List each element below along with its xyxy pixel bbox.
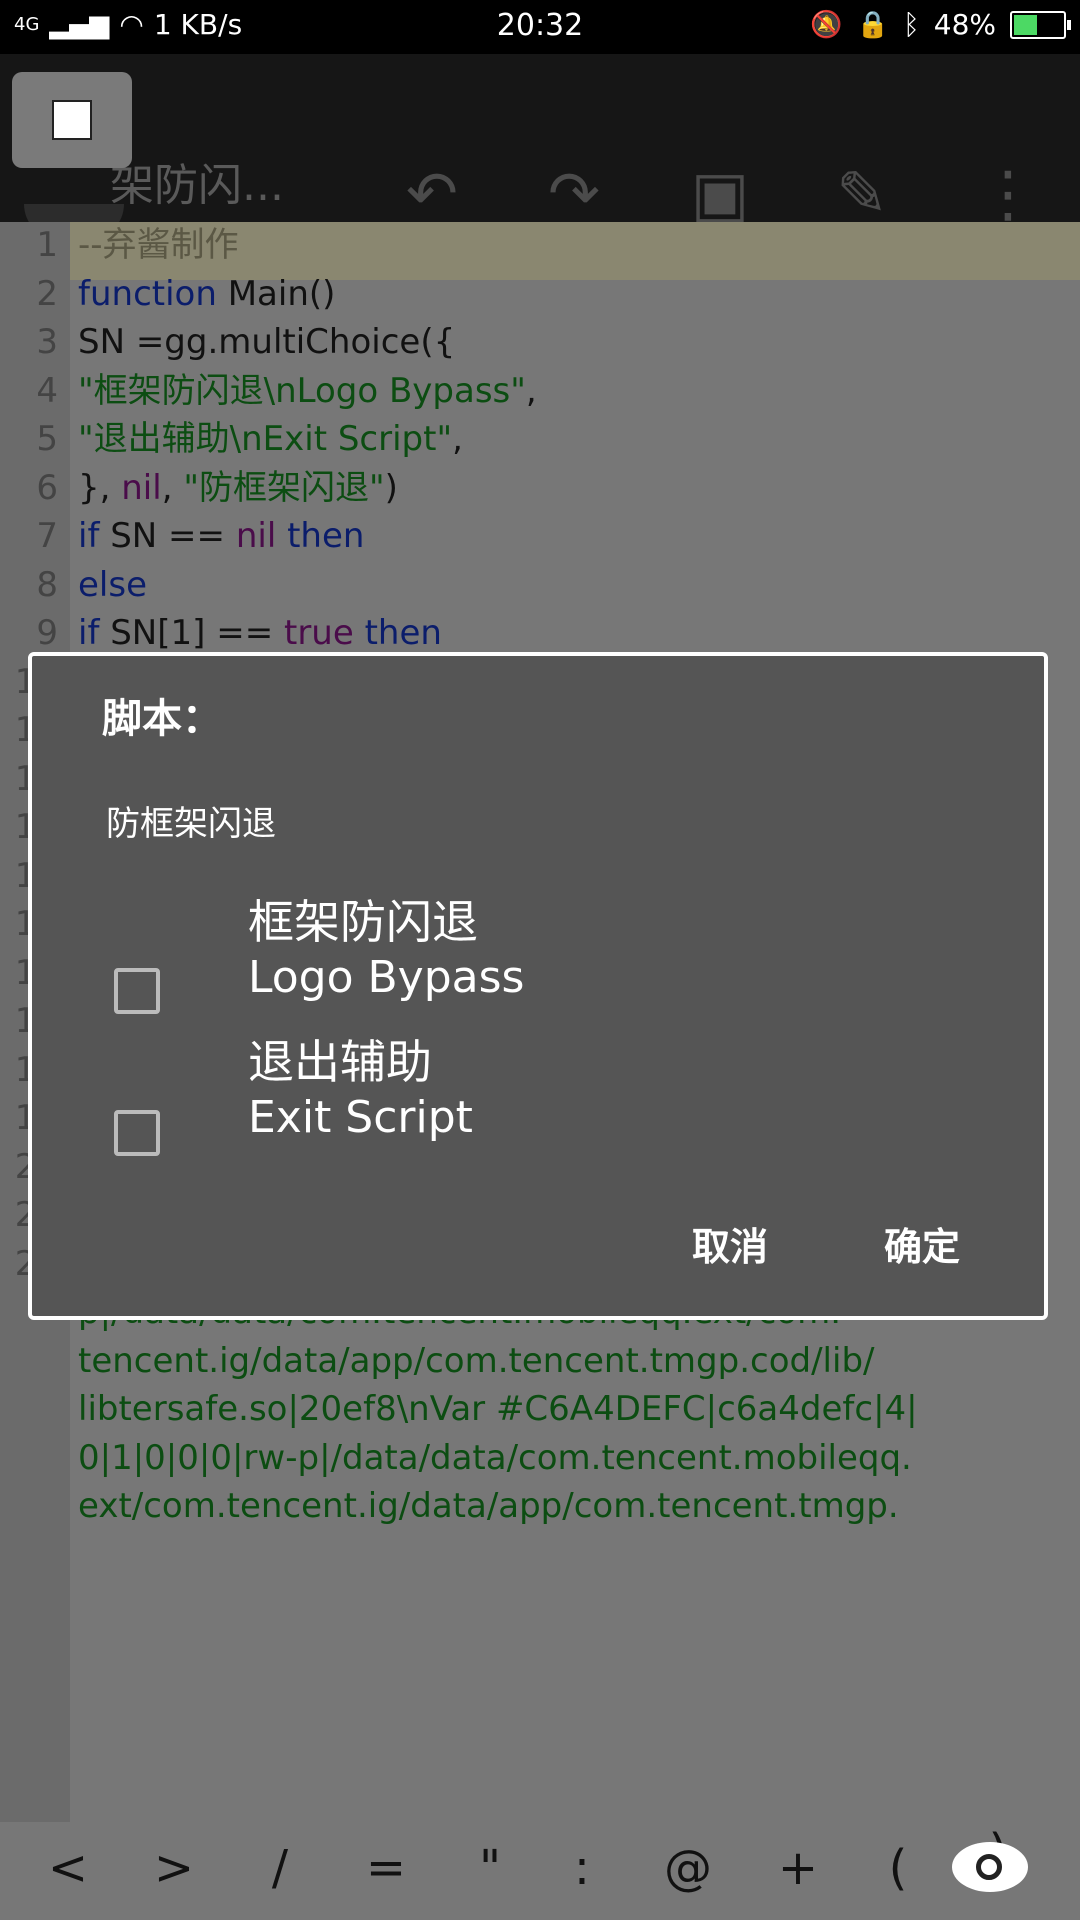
code-token: Main()	[216, 273, 336, 314]
code-token: )	[384, 467, 398, 508]
code-token: "框架防闪退\nLogo Bypass"	[78, 370, 526, 411]
key-quote[interactable]: "	[450, 1840, 530, 1896]
checkbox[interactable]	[114, 1110, 160, 1156]
battery-percent: 48%	[933, 8, 996, 41]
status-bar: 4G ▂▄▆ ◠ 1 KB/s 20:32 🔕 🔒 ᛒ 48%	[0, 0, 1080, 54]
code-token: ext/com.tencent.ig/data/app/com.tencent.…	[78, 1486, 899, 1526]
key-equals[interactable]: =	[346, 1840, 426, 1896]
battery-icon	[1010, 10, 1071, 39]
code-token: nil	[235, 516, 277, 556]
code-text: ext/com.tencent.ig/data/app/com.tencent.…	[78, 1477, 899, 1535]
checkbox[interactable]	[114, 968, 160, 1014]
code-token: ,	[452, 419, 463, 459]
code-token: ,	[525, 370, 537, 411]
file-title: 架防闪...	[110, 160, 284, 211]
key-greater-than[interactable]: >	[134, 1840, 214, 1896]
code-token: ,	[161, 467, 184, 508]
key-colon[interactable]: :	[542, 1840, 622, 1896]
app-toolbar: 架防闪... ↶ ↷ ▣ ✎ ⋮	[0, 54, 1080, 240]
code-token: else	[78, 564, 147, 605]
key-slash[interactable]: /	[240, 1840, 320, 1896]
code-token: if	[78, 613, 100, 653]
option-label-cn: 退出辅助	[248, 1035, 432, 1089]
key-open-paren[interactable]: (	[858, 1840, 938, 1896]
code-token: 0|1|0|0|0|rw-p|/data/data/com.tencent.mo…	[78, 1437, 912, 1478]
code-line[interactable]: ext/com.tencent.ig/data/app/com.tencent.…	[0, 1477, 1080, 1535]
lock-rotation-icon: 🔒	[856, 9, 889, 40]
stop-icon	[52, 100, 92, 140]
code-token: SN[1] ==	[99, 613, 284, 653]
code-token: SN =gg.multiChoice({	[78, 322, 456, 362]
code-token: tencent.ig/data/app/com.tencent.tmgp.cod…	[78, 1340, 875, 1381]
code-token: nil	[121, 467, 162, 508]
code-token: SN ==	[99, 516, 236, 556]
code-token: "防框架闪退"	[183, 467, 385, 508]
code-token: function	[78, 273, 217, 314]
code-token: libtersafe.so|20ef8\nVar #C6A4DEFC|c6a4d…	[78, 1389, 918, 1429]
symbol-keybar: < > / = " : @ + ( )	[0, 1822, 1080, 1920]
bluetooth-icon: ᛒ	[902, 8, 920, 41]
script-dialog: 脚本： 防框架闪退 框架防闪退 Logo Bypass 退出辅助 Exit Sc…	[28, 652, 1048, 1320]
code-token: then	[276, 516, 365, 556]
key-less-than[interactable]: <	[28, 1840, 108, 1896]
option-label-en: Logo Bypass	[248, 952, 525, 1003]
code-token: "退出辅助\nExit Script"	[78, 419, 453, 459]
key-at[interactable]: @	[648, 1840, 728, 1896]
floating-overlay-button[interactable]	[12, 72, 132, 168]
eye-icon[interactable]	[952, 1842, 1028, 1892]
code-token: --弃酱制作	[78, 225, 239, 265]
mute-icon: 🔕	[810, 9, 843, 40]
cancel-button[interactable]: 取消	[692, 1216, 768, 1271]
code-token: },	[78, 467, 122, 508]
dialog-title: 脚本：	[102, 696, 222, 742]
key-plus[interactable]: +	[758, 1840, 838, 1896]
code-token: then	[353, 613, 442, 653]
option-label-en: Exit Script	[248, 1092, 473, 1143]
option-label-cn: 框架防闪退	[248, 895, 478, 949]
ok-button[interactable]: 确定	[884, 1216, 960, 1271]
dialog-subtitle: 防框架闪退	[106, 804, 276, 844]
code-token: true	[284, 613, 354, 653]
code-token: if	[78, 516, 100, 556]
